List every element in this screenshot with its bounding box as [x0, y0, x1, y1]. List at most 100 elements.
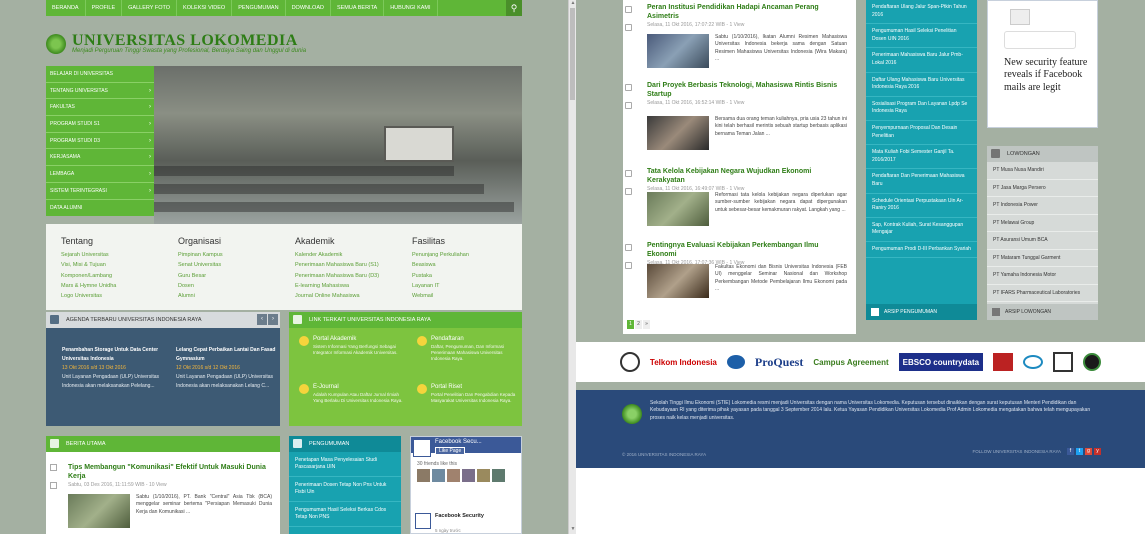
nav-item-download[interactable]: DOWNLOAD	[286, 0, 331, 16]
seal-logo[interactable]	[619, 352, 640, 372]
nav-item-video[interactable]: KOLEKSI VIDEO	[177, 0, 233, 16]
announcement-item[interactable]: Mata Kuliah Fobi Semester Ganjil Ta. 201…	[866, 145, 977, 170]
job-item[interactable]: PT Indonesia Power	[987, 197, 1098, 215]
facebook-icon[interactable]: f	[1067, 448, 1074, 455]
sidebar-item-fakultas[interactable]: FAKULTAS ›	[46, 99, 154, 117]
related-link-title[interactable]: E-Journal	[313, 384, 339, 390]
footer-logo[interactable]	[622, 404, 642, 424]
link[interactable]: Alumni	[178, 291, 288, 301]
job-item[interactable]: PT Jasa Marga Persero	[987, 180, 1098, 197]
announcement-item[interactable]: Penyempurnaan Proposal Dan Desain Peneli…	[866, 121, 977, 146]
search-icon[interactable]: ⚲	[506, 0, 522, 16]
post-image[interactable]	[1010, 9, 1030, 25]
announcement-item[interactable]: Pendaftaran Dan Penerimaan Mahasiswa Bar…	[866, 169, 977, 194]
sidebar-item-belajar[interactable]: BELAJAR DI UNIVERSITAS	[46, 66, 154, 83]
next-arrow-icon[interactable]: ›	[268, 314, 278, 325]
announcement-item[interactable]: Sosialisasi Program Dan Layanan Lpdp Se …	[866, 97, 977, 121]
page-1[interactable]: 1	[627, 320, 634, 329]
nav-item-hubungi[interactable]: HUBUNGI KAMI	[384, 0, 438, 16]
partner-logo[interactable]	[1083, 353, 1102, 371]
scrollbar-thumb[interactable]	[570, 8, 575, 100]
related-link-title[interactable]: Portal Riset	[431, 384, 462, 390]
archive-announcements-link[interactable]: ARSIP PENGUMUMAN	[866, 304, 977, 320]
facebook-page-name[interactable]: Facebook Secu...	[435, 439, 482, 445]
news-thumbnail[interactable]	[647, 116, 709, 150]
link[interactable]: Kalender Akademik	[295, 250, 405, 260]
related-link-ejournal[interactable]: E-Journal Adalah Kumpulan Atau Daftar Ju…	[299, 384, 407, 428]
link[interactable]: Penunjang Perkuliahan	[412, 250, 522, 260]
archive-jobs-link[interactable]: ARSIP LOWONGAN	[987, 304, 1098, 320]
link[interactable]: Komponen/Lambang	[61, 271, 171, 281]
news-title[interactable]: Pentingnya Evaluasi Kebijakan Perkembang…	[647, 242, 847, 259]
avatar[interactable]	[477, 469, 490, 482]
google-plus-icon[interactable]: g	[1085, 448, 1092, 455]
news-title[interactable]: Peran Institusi Pendidikan Hadapi Ancama…	[647, 4, 847, 21]
youtube-icon[interactable]: y	[1094, 448, 1101, 455]
link[interactable]: Penerimaan Mahasiswa Baru (D3)	[295, 271, 405, 281]
sidebar-item-lembaga[interactable]: LEMBAGA ›	[46, 166, 154, 183]
twitter-icon[interactable]: t	[1076, 448, 1083, 455]
announcement-item[interactable]: Daftar Ulang Mahasiswa Baru Universitas …	[866, 73, 977, 97]
university-logo[interactable]	[46, 34, 66, 54]
avatar[interactable]	[447, 469, 460, 482]
news-thumbnail[interactable]	[68, 494, 130, 528]
announcement-item[interactable]: Pengumuman Prodi D-III Perbankan Syariah	[866, 242, 977, 259]
related-link-title[interactable]: Pendaftaran	[431, 336, 464, 342]
campus-agreement-logo[interactable]: Campus Agreement	[813, 353, 888, 371]
link[interactable]: Visi, Misi & Tujuan	[61, 260, 171, 270]
link[interactable]: Dosen	[178, 281, 288, 291]
job-item[interactable]: PT Mataram Tunggal Garment	[987, 250, 1098, 267]
sidebar-item-sistem[interactable]: SISTEM TERINTEGRASI ›	[46, 183, 154, 200]
related-link-pendaftaran[interactable]: Pendaftaran Daftar, Pengumuman, Dan Info…	[417, 336, 525, 380]
link[interactable]: Pustaka	[412, 271, 522, 281]
avatar[interactable]	[492, 469, 505, 482]
news-title[interactable]: Tata Kelola Kebijakan Negara Wujudkan Ek…	[647, 168, 847, 185]
sidebar-item-tentang[interactable]: TENTANG UNIVERSITAS ›	[46, 83, 154, 100]
partner-badge-logo[interactable]	[726, 355, 745, 369]
link[interactable]: Senat Universitas	[178, 260, 288, 270]
link[interactable]: Webmail	[412, 291, 522, 301]
nav-item-profile[interactable]: PROFILE	[86, 0, 123, 16]
job-item[interactable]: PT Musa Nusa Mandiri	[987, 162, 1098, 180]
link[interactable]: Sejarah Universitas	[61, 250, 171, 260]
avatar[interactable]	[417, 469, 430, 482]
link[interactable]: Pimpinan Kampus	[178, 250, 288, 260]
news-thumbnail[interactable]	[647, 192, 709, 226]
partner-logo[interactable]	[993, 353, 1014, 371]
link[interactable]: E-learning Mahasiswa	[295, 281, 405, 291]
sidebar-item-d3[interactable]: PROGRAM STUDI D3 ›	[46, 133, 154, 150]
partner-logo[interactable]	[1023, 355, 1044, 369]
nav-item-gallery[interactable]: GALLERY FOTO	[122, 0, 178, 16]
announcement-item[interactable]: Penerimaan Dosen Tetap Non Pns Untuk Fis…	[289, 477, 401, 502]
link[interactable]: Penerimaan Mahasiswa Baru (S1)	[295, 260, 405, 270]
post-author[interactable]: Facebook Security	[435, 513, 495, 519]
related-link-portal-akademik[interactable]: Portal Akademik Sistem Informasi Yang Be…	[299, 336, 407, 380]
scrollbar[interactable]: ▲ ▼	[568, 0, 576, 534]
announcement-item[interactable]: Sap, Kontrak Kuliah, Surat Kesanggupan M…	[866, 218, 977, 242]
link[interactable]: Beasiswa	[412, 260, 522, 270]
agenda-item[interactable]: Penambahan Storage Untuk Data Center Uni…	[62, 346, 166, 391]
prev-arrow-icon[interactable]: ‹	[257, 314, 267, 325]
link[interactable]: Mars & Hymne Unidha	[61, 281, 171, 291]
job-item[interactable]: PT Asuransi Umum BCA	[987, 232, 1098, 250]
sidebar-item-kerjasama[interactable]: KERJASAMA ›	[46, 149, 154, 167]
ebsco-logo[interactable]: EBSCO countrydata	[898, 353, 984, 371]
announcement-item[interactable]: Pendaftaran Ulang Jalur Span-Ptkin Tahun…	[866, 0, 977, 25]
news-thumbnail[interactable]	[647, 264, 709, 298]
nav-item-pengumuman[interactable]: PENGUMUMAN	[232, 0, 286, 16]
job-item[interactable]: PT Melawai Group	[987, 215, 1098, 232]
partner-logo[interactable]	[1053, 352, 1074, 372]
avatar[interactable]	[432, 469, 445, 482]
announcement-item[interactable]: Pengumuman Hasil Seleksi Penelitian Dose…	[866, 24, 977, 49]
sidebar-item-s1[interactable]: PROGRAM STUDI S1 ›	[46, 116, 154, 133]
job-item[interactable]: PT Yamaha Indonesia Motor	[987, 267, 1098, 285]
related-link-title[interactable]: Portal Akademik	[313, 336, 356, 342]
link[interactable]: Guru Besar	[178, 271, 288, 281]
agenda-item-title[interactable]: Lelang Cepat Perbaikan Lantai Dan Fasad …	[176, 346, 280, 364]
post-text[interactable]: New security feature reveals if Facebook…	[1004, 57, 1094, 94]
link[interactable]: Layanan IT	[412, 281, 522, 291]
page-next[interactable]: »	[643, 320, 650, 329]
page-2[interactable]: 2	[635, 320, 642, 329]
news-title[interactable]: Tips Membangun "Komunikasi" Efektif Untu…	[68, 464, 268, 481]
job-item[interactable]: PT IFARS Pharmaceutical Laboratories	[987, 285, 1098, 302]
